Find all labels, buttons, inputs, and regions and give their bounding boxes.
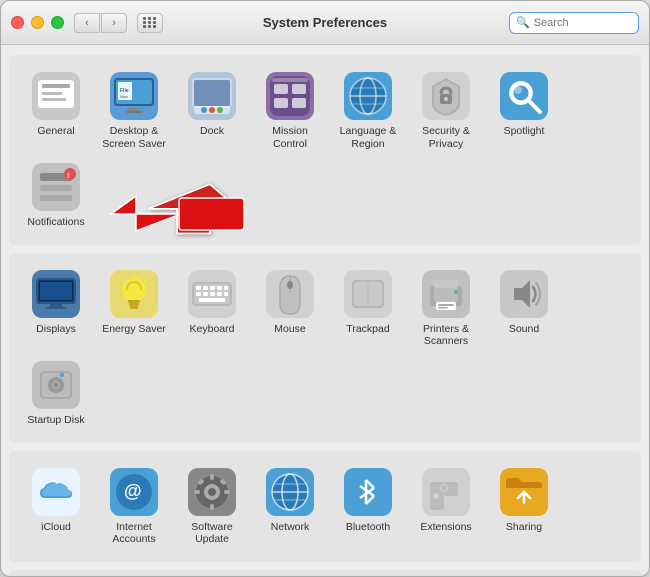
pref-printers-scanners[interactable]: Printers & Scanners (407, 263, 485, 354)
desktop-icon: File New (109, 71, 159, 121)
pref-icloud[interactable]: iCloud (17, 461, 95, 552)
icloud-icon (31, 467, 81, 517)
printers-icon (421, 269, 471, 319)
traffic-lights (11, 16, 64, 29)
pref-extensions[interactable]: Extensions (407, 461, 485, 552)
language-region-label: Language & Region (333, 125, 403, 150)
search-icon: 🔍 (516, 16, 530, 29)
dock-label: Dock (200, 125, 224, 138)
section-internet: iCloud @ Internet Accounts (9, 451, 641, 562)
spotlight-label: Spotlight (504, 125, 545, 138)
sharing-icon (499, 467, 549, 517)
preferences-content: General File New (1, 45, 649, 576)
system-preferences-window: ‹ › System Preferences 🔍 (0, 0, 650, 577)
grid-view-button[interactable] (137, 13, 163, 33)
pref-mouse[interactable]: Mouse (251, 263, 329, 354)
titlebar: ‹ › System Preferences 🔍 (1, 1, 649, 45)
startup-disk-icon (31, 360, 81, 410)
language-icon (343, 71, 393, 121)
extensions-icon (421, 467, 471, 517)
bluetooth-icon (343, 467, 393, 517)
pref-mission-control[interactable]: Mission Control (251, 65, 329, 156)
pref-general[interactable]: General (17, 65, 95, 156)
sharing-label: Sharing (506, 521, 542, 534)
pref-network[interactable]: Network (251, 461, 329, 552)
security-icon (421, 71, 471, 121)
spotlight-icon (499, 71, 549, 121)
displays-icon (31, 269, 81, 319)
svg-text:New: New (120, 94, 128, 99)
network-icon (265, 467, 315, 517)
energy-icon (109, 269, 159, 319)
dock-icon (187, 71, 237, 121)
pref-spotlight[interactable]: Spotlight (485, 65, 563, 156)
hardware-grid: Displays (17, 263, 633, 433)
trackpad-icon (343, 269, 393, 319)
pref-security-privacy[interactable]: Security & Privacy (407, 65, 485, 156)
maximize-button[interactable] (51, 16, 64, 29)
extensions-label: Extensions (420, 521, 471, 534)
pref-energy-saver[interactable]: Energy Saver (95, 263, 173, 354)
section-hardware: Displays (9, 253, 641, 443)
forward-button[interactable]: › (101, 13, 127, 33)
startup-disk-label: Startup Disk (27, 414, 84, 427)
pref-keyboard[interactable]: Keyboard (173, 263, 251, 354)
sound-label: Sound (509, 323, 539, 336)
close-button[interactable] (11, 16, 24, 29)
notifications-label: Notifications (27, 216, 84, 229)
internet-grid: iCloud @ Internet Accounts (17, 461, 633, 552)
general-label: General (37, 125, 74, 138)
energy-label: Energy Saver (102, 323, 166, 336)
printers-scanners-label: Printers & Scanners (411, 323, 481, 348)
displays-label: Displays (36, 323, 76, 336)
pref-notifications[interactable]: ! Notifications (17, 156, 95, 235)
sound-icon (499, 269, 549, 319)
icloud-label: iCloud (41, 521, 71, 534)
pref-startup-disk[interactable]: Startup Disk (17, 354, 95, 433)
personal-grid: General File New (17, 65, 633, 235)
section-system: Users & Groups Parental Controls (9, 570, 641, 576)
pref-dock[interactable]: Dock (173, 65, 251, 156)
bluetooth-label: Bluetooth (346, 521, 390, 534)
mission-control-icon (265, 71, 315, 121)
internet-accounts-label: Internet Accounts (99, 521, 169, 546)
keyboard-label: Keyboard (190, 323, 235, 336)
window-title: System Preferences (263, 15, 387, 30)
notifications-icon: ! (31, 162, 81, 212)
svg-text:!: ! (67, 173, 69, 180)
mission-control-label: Mission Control (255, 125, 325, 150)
internet-accounts-icon: @ (109, 467, 159, 517)
network-label: Network (271, 521, 310, 534)
search-input[interactable] (534, 17, 632, 29)
search-box[interactable]: 🔍 (509, 12, 639, 34)
general-icon (31, 71, 81, 121)
pref-internet-accounts[interactable]: @ Internet Accounts (95, 461, 173, 552)
pref-language-region[interactable]: Language & Region (329, 65, 407, 156)
pref-displays[interactable]: Displays (17, 263, 95, 354)
pref-sound[interactable]: Sound (485, 263, 563, 354)
pref-sharing[interactable]: Sharing (485, 461, 563, 552)
mouse-icon (265, 269, 315, 319)
pref-software-update[interactable]: Software Update (173, 461, 251, 552)
software-update-label: Software Update (177, 521, 247, 546)
pref-trackpad[interactable]: Trackpad (329, 263, 407, 354)
pref-desktop-screensaver[interactable]: File New Desktop & Screen Saver (95, 65, 173, 156)
mouse-label: Mouse (274, 323, 306, 336)
security-privacy-label: Security & Privacy (411, 125, 481, 150)
software-update-icon (187, 467, 237, 517)
keyboard-icon (187, 269, 237, 319)
back-button[interactable]: ‹ (74, 13, 100, 33)
trackpad-label: Trackpad (346, 323, 389, 336)
svg-text:@: @ (124, 481, 142, 501)
desktop-screensaver-label: Desktop & Screen Saver (99, 125, 169, 150)
section-personal: General File New (9, 55, 641, 245)
pref-bluetooth[interactable]: Bluetooth (329, 461, 407, 552)
nav-buttons: ‹ › (74, 13, 127, 33)
minimize-button[interactable] (31, 16, 44, 29)
